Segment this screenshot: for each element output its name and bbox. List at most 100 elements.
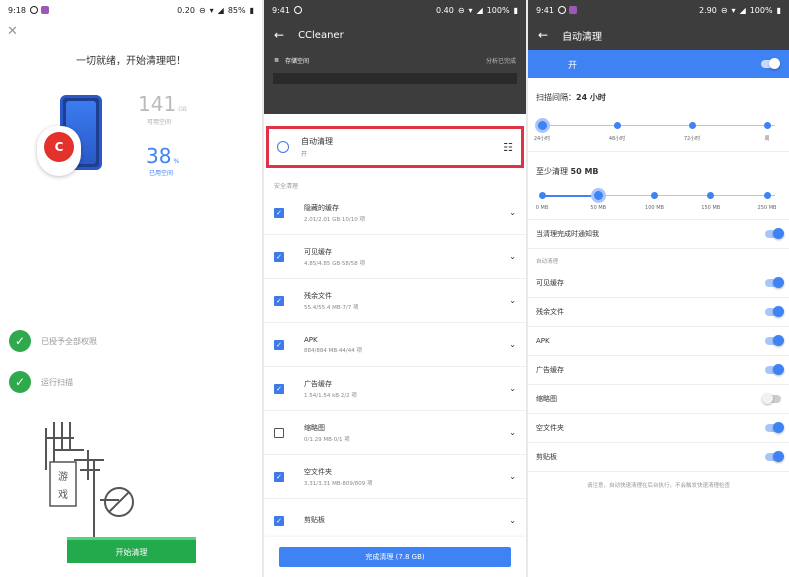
- watermark-text-2: 戏: [58, 489, 68, 501]
- settings-toolbar: ← 自动清理: [528, 20, 789, 50]
- master-toggle-bar[interactable]: 开: [528, 50, 789, 78]
- start-clean-button[interactable]: 开始清理: [67, 537, 196, 563]
- notify-label: 当清理完成时通知我: [536, 230, 599, 238]
- slider-stop[interactable]: [707, 192, 715, 199]
- status-bar: 9:18 0.20 ⊖ ▾ ◢ 85% ▮: [0, 0, 262, 20]
- close-icon[interactable]: ✕: [7, 24, 18, 39]
- timer-icon: [277, 141, 289, 153]
- slider-track: [542, 125, 775, 126]
- chevron-down-icon[interactable]: ⌄: [509, 384, 516, 393]
- auto-clean-toggle-row[interactable]: APK: [528, 327, 789, 356]
- notify-toggle[interactable]: [765, 228, 784, 239]
- app-notification-icon: [40, 6, 49, 14]
- checkbox[interactable]: ✓: [274, 295, 284, 306]
- scan-check-label: 运行扫描: [41, 377, 73, 387]
- auto-clean-note: 请注意，自动快速清理在后台执行，不会触发快速清理检查: [586, 483, 730, 489]
- chevron-down-icon[interactable]: ⌄: [509, 428, 516, 437]
- toggle-label: 剪贴板: [536, 453, 557, 461]
- slider-tick-label: 100 MB: [645, 205, 664, 211]
- auto-clean-toggle-row[interactable]: 可见缓存: [528, 269, 789, 298]
- finish-clean-button[interactable]: 完成清理 (7.8 GB): [279, 547, 511, 567]
- notify-row[interactable]: 当清理完成时通知我: [528, 220, 789, 249]
- status-time: 9:41: [536, 5, 554, 15]
- battery-percent: 100%: [486, 5, 510, 15]
- toggle-switch[interactable]: [765, 335, 784, 346]
- toggle-switch[interactable]: [765, 422, 784, 433]
- chevron-down-icon[interactable]: ⌄: [509, 208, 516, 217]
- permissions-check-row: ✓ 已授予全部权限: [9, 330, 97, 352]
- chevron-down-icon[interactable]: ⌄: [509, 296, 516, 305]
- auto-clean-toggle-row[interactable]: 空文件夹: [528, 414, 789, 443]
- clean-item-name: 残余文件: [304, 291, 332, 300]
- app-notification-icon: [568, 6, 577, 14]
- slider-thumb[interactable]: [590, 188, 606, 203]
- slider-tick-label: 72小时: [683, 136, 701, 142]
- slider-tick-label: 48小时: [608, 136, 626, 142]
- status-time: 9:41: [272, 5, 290, 15]
- clean-item[interactable]: ✓ 可见缓存 4.85/4.85 GB·58/58 项 ⌄: [264, 235, 526, 279]
- min-clean-slider[interactable]: 0 MB 50 MB 100 MB 150 MB 250 MB: [532, 185, 785, 215]
- clean-item[interactable]: ✓ 隐藏的缓存 2.01/2.01 GB·10/10 项 ⌄: [264, 191, 526, 235]
- settings-title: 自动清理: [562, 31, 603, 43]
- checkbox[interactable]: ✓: [274, 383, 284, 394]
- chevron-down-icon[interactable]: ⌄: [509, 340, 516, 349]
- chevron-down-icon[interactable]: ⌄: [509, 516, 516, 525]
- auto-clean-toggle-row[interactable]: 残余文件: [528, 298, 789, 327]
- slider-stop[interactable]: [688, 122, 696, 129]
- scan-check-row: ✓ 运行扫描: [9, 371, 73, 393]
- toggle-switch[interactable]: [765, 451, 784, 462]
- clean-list: ✓ 隐藏的缓存 2.01/2.01 GB·10/10 项 ⌄ ✓ 可见缓存 4.85/4.8…: [264, 191, 526, 543]
- clean-item-detail: 2.01/2.01 GB·10/10 项: [304, 216, 365, 223]
- slider-stop[interactable]: [651, 192, 658, 199]
- checkbox[interactable]: [274, 427, 284, 438]
- network-speed: 2.90: [699, 5, 717, 15]
- clean-item[interactable]: ✓ 广告缓存 1.54/1.54 kB·2/2 项 ⌄: [264, 367, 526, 411]
- status-time: 9:18: [8, 5, 26, 15]
- clean-item-name: 空文件夹: [304, 467, 332, 476]
- slider-tick-label: 150 MB: [701, 205, 721, 211]
- toggle-switch[interactable]: [762, 393, 781, 404]
- settings-header: 9:41 2.90 ⊖ ▾ ◢ 100% ▮ ← 自动清理: [528, 0, 789, 50]
- min-clean-section: 至少清理 50 MB: [528, 152, 789, 177]
- clean-item-name: 可见缓存: [304, 247, 332, 256]
- auto-clean-toggle-row[interactable]: 缩略图: [528, 385, 789, 414]
- storage-label: 存储空间: [285, 57, 310, 65]
- auto-clean-toggle-row[interactable]: 广告缓存: [528, 356, 789, 385]
- back-arrow-icon[interactable]: ←: [274, 28, 284, 42]
- chevron-down-icon[interactable]: ⌄: [509, 252, 516, 261]
- slider-thumb[interactable]: [534, 118, 550, 133]
- toggle-switch[interactable]: [765, 277, 784, 288]
- slider-stop[interactable]: [763, 192, 771, 199]
- slider-tick-label: 24小时: [533, 136, 551, 142]
- checkbox[interactable]: ✓: [274, 339, 284, 350]
- auto-clean-toggle-row[interactable]: 剪贴板: [528, 443, 789, 472]
- settings-sliders-icon[interactable]: ☷: [503, 141, 513, 154]
- storage-icon: ≣: [274, 56, 280, 64]
- interval-section: 扫描间隔：24 小时: [528, 78, 789, 103]
- clean-item[interactable]: ✓ 残余文件 55.4/55.4 MB·7/7 项 ⌄: [264, 279, 526, 323]
- clean-item[interactable]: ✓ 空文件夹 3.31/3.31 MB·809/809 项 ⌄: [264, 455, 526, 499]
- slider-stop[interactable]: [613, 122, 621, 129]
- toggle-switch[interactable]: [765, 306, 784, 317]
- auto-clean-row[interactable]: 自动清理 开 ☷: [266, 126, 524, 168]
- checkbox[interactable]: ✓: [274, 251, 284, 262]
- chevron-down-icon[interactable]: ⌄: [509, 472, 516, 481]
- back-arrow-icon[interactable]: ←: [538, 28, 548, 42]
- checkbox[interactable]: ✓: [274, 515, 284, 526]
- slider-stop[interactable]: [763, 122, 771, 129]
- battery-icon: ▮: [776, 5, 781, 15]
- toggle-switch[interactable]: [765, 364, 784, 375]
- slider-stop[interactable]: [538, 192, 546, 199]
- clean-item-detail: 884/884 MB·44/44 项: [304, 347, 362, 354]
- master-toggle[interactable]: [761, 58, 780, 69]
- ccleaner-status-icon: [293, 6, 302, 14]
- checkbox[interactable]: ✓: [274, 471, 284, 482]
- checkbox[interactable]: ✓: [274, 207, 284, 218]
- clean-item[interactable]: ✓ APK 884/884 MB·44/44 项 ⌄: [264, 323, 526, 367]
- dnd-icon: ⊖: [457, 5, 465, 15]
- clean-item[interactable]: 缩略图 0/1.29 MB·0/1 项 ⌄: [264, 411, 526, 455]
- auto-clean-group-header: 自动清理: [536, 259, 559, 265]
- clean-item-name: 广告缓存: [304, 379, 332, 388]
- interval-slider[interactable]: 24小时 48小时 72小时 周: [532, 115, 785, 145]
- slider-tick-label: 50 MB: [590, 205, 607, 211]
